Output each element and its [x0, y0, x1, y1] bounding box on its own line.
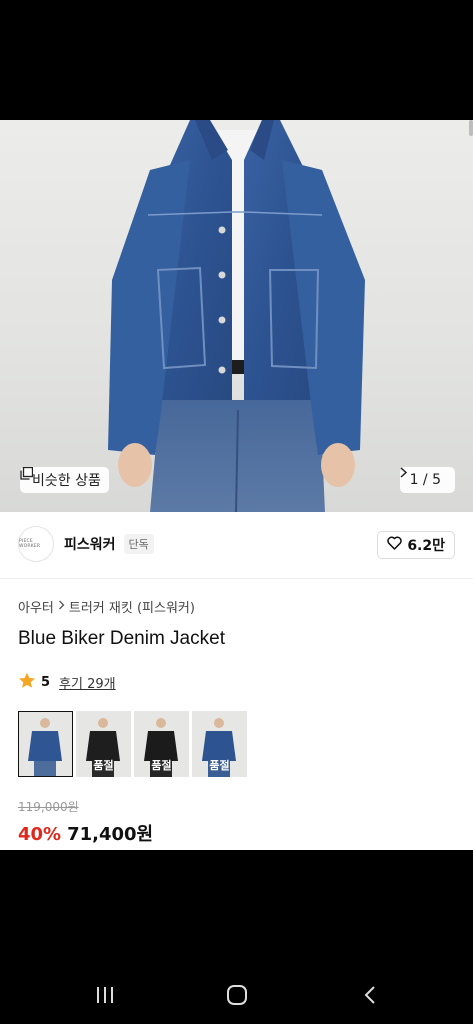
back-button[interactable] [350, 985, 390, 1009]
breadcrumb: 아우터 트러커 재킷 (피스워커) [18, 597, 195, 616]
brand-row: PIECE WORKER 피스워커 단독 6.2만 [18, 526, 455, 562]
brand-name[interactable]: 피스워커 [64, 534, 116, 554]
soldout-label: 품절 [151, 759, 172, 772]
heart-outline-icon [387, 536, 403, 554]
image-counter-button[interactable]: 1 / 5 [399, 467, 455, 493]
review-link[interactable]: 후기 29개 [59, 673, 116, 692]
color-option-blue[interactable] [18, 711, 73, 777]
exclusive-badge: 단독 [123, 534, 154, 554]
back-icon [363, 985, 377, 1009]
original-price: 119,000원 [18, 800, 79, 814]
home-button[interactable] [217, 985, 257, 1009]
divider [0, 578, 473, 579]
sale-price: 71,400원 [67, 824, 154, 845]
soldout-label: 품절 [93, 759, 114, 772]
brand-logo-text: PIECE WORKER [19, 539, 41, 549]
chevron-right-icon [58, 599, 65, 614]
status-bar [0, 0, 473, 120]
recent-apps-button[interactable] [85, 985, 125, 1009]
product-info: PIECE WORKER 피스워커 단독 6.2만 아우터 트러커 재킷 (피스… [0, 512, 473, 850]
breadcrumb-category[interactable]: 아우터 [18, 597, 54, 616]
product-title: Blue Biker Denim Jacket [18, 628, 225, 649]
rating-value: 5 [41, 675, 51, 690]
system-nav-bar [0, 850, 473, 1024]
similar-products-button[interactable]: 비슷한 상품 [20, 467, 109, 493]
like-count: 6.2만 [407, 538, 445, 554]
similar-products-label: 비슷한 상품 [32, 473, 101, 489]
image-counter: 1 / 5 [409, 472, 441, 488]
brand-logo[interactable]: PIECE WORKER [18, 526, 54, 562]
product-photo [108, 120, 365, 512]
star-icon [18, 672, 36, 693]
product-image-carousel[interactable]: 비슷한 상품 1 / 5 [0, 120, 473, 512]
scroll-indicator [469, 120, 473, 136]
color-options: 품절 품절 품절 [18, 711, 247, 777]
like-button[interactable]: 6.2만 [377, 531, 455, 559]
color-option-blue-2[interactable]: 품절 [192, 711, 247, 777]
color-option-black-1[interactable]: 품절 [76, 711, 131, 777]
home-icon [226, 984, 248, 1010]
thumb-image [28, 718, 62, 777]
price-row: 40% 71,400원 [18, 820, 153, 846]
recent-apps-icon [95, 986, 115, 1008]
rating-row: 5 후기 29개 [18, 672, 116, 693]
discount-rate: 40% [18, 824, 62, 845]
breadcrumb-subcategory[interactable]: 트러커 재킷 (피스워커) [69, 597, 195, 616]
color-option-black-2[interactable]: 품절 [134, 711, 189, 777]
soldout-label: 품절 [209, 759, 230, 772]
